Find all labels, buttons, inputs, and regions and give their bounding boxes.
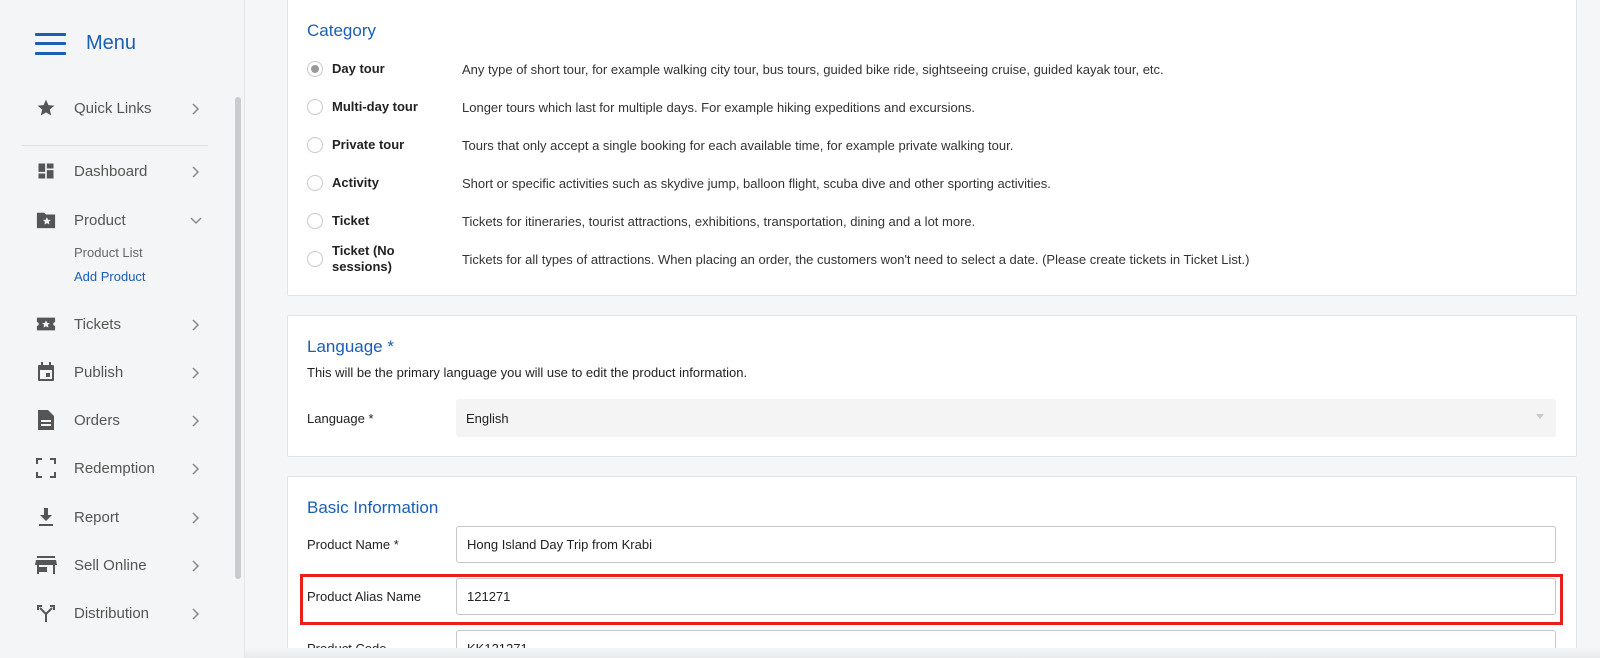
- sidebar-item-publish[interactable]: Publish: [0, 352, 230, 392]
- category-option-description: Longer tours which last for multiple day…: [462, 99, 976, 115]
- radio-button[interactable]: [307, 137, 323, 153]
- category-option-description: Tickets for itineraries, tourist attract…: [462, 213, 976, 229]
- chevron-right-icon: [190, 415, 200, 427]
- category-option-label: Day tour: [332, 61, 385, 76]
- sidebar-item-label: Sell Online: [74, 556, 147, 574]
- ticket-icon: [35, 313, 57, 335]
- chevron-right-icon: [190, 103, 200, 115]
- category-option-label: Multi-day tour: [332, 99, 418, 114]
- basic-information-title: Basic Information: [307, 498, 439, 517]
- dashboard-icon: [35, 160, 57, 182]
- category-option-label: Ticket: [332, 213, 370, 228]
- chevron-right-icon: [190, 367, 200, 379]
- category-option-private-tour[interactable]: Private tour Tours that only accept a si…: [307, 133, 1557, 157]
- sidebar-item-label: Report: [74, 508, 120, 526]
- category-option-activity[interactable]: Activity Short or specific activities su…: [307, 171, 1557, 195]
- sidebar-item-redemption[interactable]: Redemption: [0, 448, 230, 488]
- sidebar-item-product[interactable]: Product: [0, 200, 230, 240]
- sidebar-item-tickets[interactable]: Tickets: [0, 304, 230, 344]
- sidebar-subitem-add-product[interactable]: Add Product: [74, 269, 146, 284]
- chevron-right-icon: [190, 560, 200, 572]
- sidebar-item-dashboard[interactable]: Dashboard: [0, 151, 230, 191]
- download-icon: [35, 506, 57, 528]
- language-select[interactable]: English: [456, 399, 1556, 437]
- sidebar-item-orders[interactable]: Orders: [0, 400, 230, 440]
- radio-button[interactable]: [307, 61, 323, 77]
- bottom-shade: [245, 648, 1600, 658]
- chevron-right-icon: [190, 166, 200, 178]
- radio-button[interactable]: [307, 213, 323, 229]
- sidebar-scrollbar[interactable]: [235, 97, 241, 579]
- sidebar-item-quick-links[interactable]: Quick Links: [0, 88, 230, 128]
- product-name-value: Hong Island Day Trip from Krabi: [467, 537, 652, 552]
- document-icon: [35, 409, 57, 431]
- calendar-icon: [35, 361, 57, 383]
- sidebar: Menu Quick Links Dashboard Product Produ…: [0, 0, 245, 658]
- category-title: Category: [307, 21, 376, 40]
- category-option-day-tour[interactable]: Day tour Any type of short tour, for exa…: [307, 57, 1557, 81]
- chevron-right-icon: [190, 608, 200, 620]
- menu-header: Menu: [35, 32, 136, 55]
- radio-button[interactable]: [307, 251, 323, 267]
- category-option-description: Tickets for all types of attractions. Wh…: [462, 251, 1250, 267]
- sidebar-item-label: Publish: [74, 363, 124, 381]
- language-select-value: English: [466, 410, 509, 426]
- scan-frame-icon: [35, 457, 57, 479]
- category-option-label: Ticket (No sessions): [332, 243, 395, 274]
- category-option-ticket[interactable]: Ticket Tickets for itineraries, tourist …: [307, 209, 1557, 233]
- language-field-label: Language *: [307, 411, 374, 426]
- chevron-right-icon: [190, 512, 200, 524]
- language-description: This will be the primary language you wi…: [307, 365, 748, 380]
- sidebar-item-label: Tickets: [74, 315, 121, 333]
- radio-button[interactable]: [307, 99, 323, 115]
- category-option-multi-day-tour[interactable]: Multi-day tour Longer tours which last f…: [307, 95, 1557, 119]
- sidebar-item-label: Product: [74, 211, 126, 229]
- basic-information-card: Basic Information Product Name * Hong Is…: [287, 476, 1577, 658]
- chevron-right-icon: [190, 319, 200, 331]
- category-option-description: Short or specific activities such as sky…: [462, 175, 1051, 191]
- category-card: Category Day tour Any type of short tour…: [287, 0, 1577, 296]
- hamburger-menu-icon[interactable]: [35, 32, 66, 55]
- sidebar-item-label: Quick Links: [74, 99, 152, 117]
- category-option-ticket-no-sessions[interactable]: Ticket (No sessions) Tickets for all typ…: [307, 243, 1557, 274]
- highlight-box: [300, 574, 1563, 625]
- sidebar-item-label: Dashboard: [74, 162, 148, 180]
- language-card: Language * This will be the primary lang…: [287, 315, 1577, 457]
- star-icon: [35, 97, 57, 119]
- sidebar-subitem-product-list[interactable]: Product List: [74, 245, 143, 260]
- radio-button[interactable]: [307, 175, 323, 191]
- main-content: Category Day tour Any type of short tour…: [245, 0, 1600, 658]
- store-icon: [35, 554, 57, 576]
- category-option-label: Private tour: [332, 137, 405, 152]
- category-option-description: Any type of short tour, for example walk…: [462, 61, 1164, 77]
- sidebar-item-label: Redemption: [74, 459, 155, 477]
- folder-star-icon: [35, 209, 57, 231]
- sidebar-item-sell-online[interactable]: Sell Online: [0, 545, 230, 585]
- menu-title: Menu: [86, 32, 137, 54]
- product-name-label: Product Name *: [307, 537, 399, 552]
- sidebar-item-label: Orders: [74, 411, 120, 429]
- product-name-input[interactable]: Hong Island Day Trip from Krabi: [456, 526, 1556, 563]
- fork-icon: [35, 602, 57, 624]
- sidebar-item-report[interactable]: Report: [0, 497, 230, 537]
- sidebar-item-label: Distribution: [74, 604, 150, 622]
- chevron-down-icon: [1536, 414, 1544, 419]
- language-title: Language *: [307, 337, 394, 356]
- sidebar-item-distribution[interactable]: Distribution: [0, 593, 230, 633]
- chevron-down-icon: [190, 215, 202, 225]
- category-option-description: Tours that only accept a single booking …: [462, 137, 1014, 153]
- chevron-right-icon: [190, 463, 200, 475]
- category-option-label: Activity: [332, 175, 379, 190]
- sidebar-divider: [22, 145, 208, 146]
